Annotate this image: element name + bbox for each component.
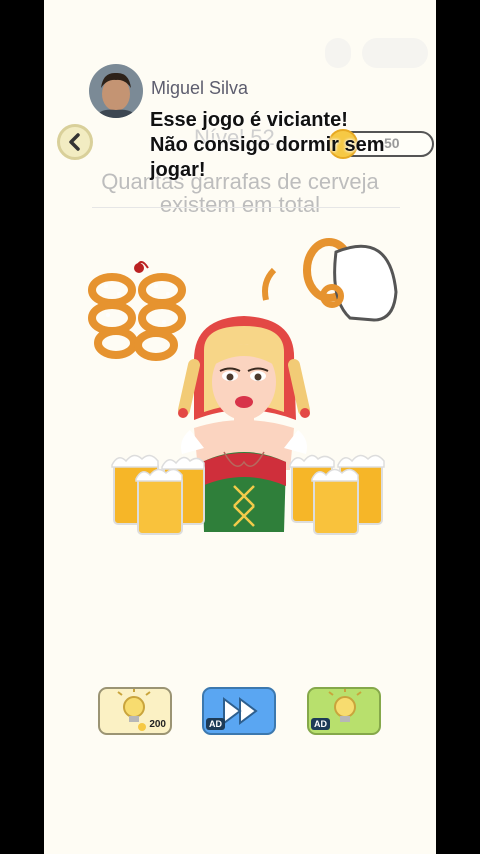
comment-line-1: Esse jogo é viciante! <box>150 109 348 131</box>
avatar <box>89 64 143 118</box>
comment-line-2: Não consigo dormir sem <box>150 134 385 156</box>
toaster-and-pretzel-image[interactable] <box>262 238 398 322</box>
game-screen: Nível 52 50 Quantas garrafas de cerveja … <box>44 0 436 854</box>
hint-button[interactable]: 200 <box>98 687 172 735</box>
ad-hint-button[interactable]: AD <box>307 687 381 735</box>
comment-text: Esse jogo é viciante! Não consigo dormir… <box>150 108 436 183</box>
skip-ad-badge: AD <box>206 718 225 730</box>
ad-hint-badge: AD <box>311 718 330 730</box>
beer-mugs-left[interactable] <box>111 454 205 535</box>
username: Miguel Silva <box>151 78 249 98</box>
comment-line-3: jogar! <box>150 159 206 181</box>
pretzels-image[interactable] <box>88 261 186 361</box>
beer-mugs-right[interactable] <box>289 454 385 535</box>
hint-price: 200 <box>149 719 166 730</box>
skip-level-button[interactable]: AD <box>202 687 276 735</box>
